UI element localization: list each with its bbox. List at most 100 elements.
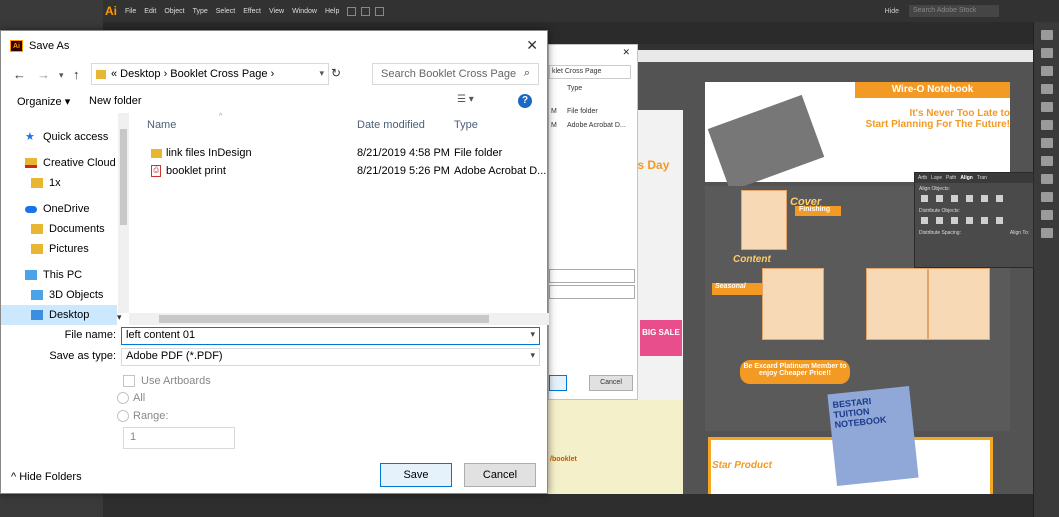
distribute-icon[interactable] [951,217,958,224]
navpane-scrollbar[interactable] [118,113,129,313]
column-header-name[interactable]: Name [147,119,176,131]
range-radio[interactable] [117,410,129,422]
chevron-down-icon[interactable]: ▾ [530,329,535,340]
sidebar-item-onedrive[interactable]: OneDrive [1,199,117,219]
align-panel[interactable]: Artb Laye Path Align Tran Align Objects:… [914,172,1034,268]
bg-field[interactable] [549,269,635,283]
panel-icon[interactable] [1041,84,1053,94]
distribute-icon[interactable] [981,217,988,224]
scrollbar-thumb[interactable] [159,315,489,323]
panel-icon[interactable] [1041,30,1053,40]
tab-layers[interactable]: Laye [931,175,942,181]
organize-button[interactable]: Organize ▾ [17,95,70,108]
horizontal-scrollbar[interactable] [129,313,549,325]
use-artboards-checkbox[interactable] [123,375,135,387]
table-row[interactable]: ⎙ booklet print 8/21/2019 5:26 PM Adobe … [131,163,547,181]
save-button[interactable]: Save [380,463,452,487]
tab-pathfinder[interactable]: Path [946,175,956,181]
sidebar-item-this-pc[interactable]: This PC [1,265,117,285]
back-arrow-icon[interactable]: ← [13,67,26,82]
align-middle-icon[interactable] [981,195,988,202]
align-top-icon[interactable] [966,195,973,202]
sidebar-item-desktop[interactable]: Desktop [1,305,117,325]
menu-effect[interactable]: Effect [243,8,261,15]
distribute-icon[interactable] [936,217,943,224]
use-artboards-option[interactable]: Use Artboards [123,375,211,387]
scrollbar-thumb[interactable] [120,129,127,225]
panel-icon[interactable] [1041,66,1053,76]
menu-object[interactable]: Object [164,8,184,15]
close-icon[interactable]: ✕ [526,37,538,54]
distribute-icon[interactable] [966,217,973,224]
panel-icon[interactable] [1041,210,1053,220]
cancel-button[interactable]: Cancel [464,463,536,487]
up-arrow-icon[interactable]: ↑ [73,67,80,82]
sidebar-item-documents[interactable]: Documents [1,219,117,239]
menu-help[interactable]: Help [325,8,339,15]
menu-edit[interactable]: Edit [144,8,156,15]
bg-field[interactable] [549,285,635,299]
bg-cancel-button[interactable]: Cancel [589,375,633,391]
all-radio[interactable] [117,392,129,404]
range-option[interactable]: Range: [117,410,168,422]
tab-artboards[interactable]: Artb [918,175,927,181]
sidebar-item-quick-access[interactable]: ★ Quick access [1,127,117,147]
tab-align[interactable]: Align [960,175,973,181]
bg-address-bar[interactable]: klet Cross Page [549,65,631,79]
panel-icon[interactable] [1041,192,1053,202]
menu-window[interactable]: Window [292,8,317,15]
navigation-bar: ← → ▾ ↑ « Desktop › Booklet Cross Page ›… [1,63,547,87]
view-options-icon[interactable]: ☰ ▾ [457,94,474,105]
menu-view[interactable]: View [269,8,284,15]
distribute-icon[interactable] [921,217,928,224]
column-header-type[interactable]: Type [454,119,478,131]
column-header-date[interactable]: Date modified [357,119,425,131]
align-center-icon[interactable] [936,195,943,202]
panel-icon[interactable] [1041,228,1053,238]
chevron-down-icon[interactable]: ▾ [117,312,122,323]
panel-icon[interactable] [1041,174,1053,184]
forward-arrow-icon[interactable]: → [37,67,50,82]
file-name-field[interactable]: left content 01 ▾ [121,327,540,345]
sidebar-item-3d-objects[interactable]: 3D Objects [1,285,117,305]
refresh-icon[interactable]: ↻ [331,66,341,80]
new-folder-button[interactable]: New folder [89,95,142,107]
stock-search-input[interactable]: Search Adobe Stock [909,5,999,17]
all-option[interactable]: All [117,392,145,404]
recent-locations-icon[interactable]: ▾ [59,70,64,81]
tab-transform[interactable]: Tran [977,175,987,181]
align-right-icon[interactable] [951,195,958,202]
list-item[interactable]: M Adobe Acrobat D... [551,119,626,133]
panel-icon[interactable] [1041,138,1053,148]
sidebar-item-pictures[interactable]: Pictures [1,239,117,259]
hide-folders-button[interactable]: ^ Hide Folders [11,471,82,483]
align-bottom-icon[interactable] [996,195,1003,202]
help-icon[interactable]: ? [518,94,532,108]
distribute-icon[interactable] [996,217,1003,224]
panel-icon[interactable] [1041,102,1053,112]
breadcrumb[interactable]: « Desktop › Booklet Cross Page › [111,68,328,80]
search-input[interactable]: Search Booklet Cross Page ⌕ [372,63,539,85]
close-icon[interactable]: ✕ [622,47,630,58]
panel-icon[interactable] [1041,156,1053,166]
panel-icon[interactable] [1041,48,1053,58]
bg-ok-button[interactable] [549,375,567,391]
arrange-icon[interactable] [375,6,385,16]
address-bar[interactable]: « Desktop › Booklet Cross Page › ▾ [91,63,329,85]
save-as-type-select[interactable]: Adobe PDF (*.PDF) ▾ [121,348,540,366]
menu-file[interactable]: File [125,8,136,15]
menu-type[interactable]: Type [193,8,208,15]
chevron-down-icon[interactable]: ▾ [319,68,324,79]
range-input[interactable]: 1 [123,427,235,449]
sidebar-item-creative-cloud[interactable]: Creative Cloud Files [1,153,117,173]
sidebar-item-1x[interactable]: 1x [1,173,117,193]
bridge-icon[interactable] [347,6,357,16]
chevron-down-icon[interactable]: ▾ [530,350,535,361]
menu-select[interactable]: Select [216,8,235,15]
panel-icon[interactable] [1041,120,1053,130]
list-item[interactable]: M File folder [551,105,626,119]
layout-mode[interactable]: Hide [885,8,899,15]
table-row[interactable]: link files InDesign 8/21/2019 4:58 PM Fi… [131,145,547,163]
align-left-icon[interactable] [921,195,928,202]
stock-icon[interactable] [361,6,371,16]
